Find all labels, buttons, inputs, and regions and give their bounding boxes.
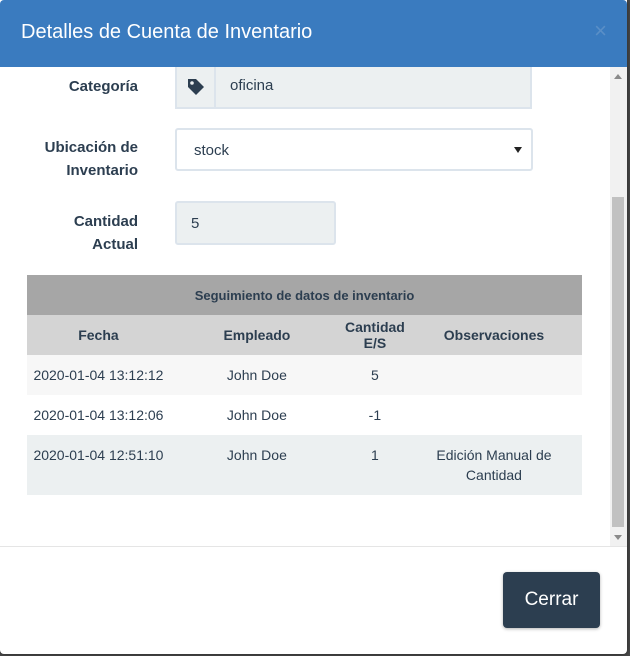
tracking-table: Seguimiento de datos de inventario Fecha… bbox=[27, 275, 582, 495]
caret-down-icon bbox=[514, 147, 522, 153]
location-label-line2: Inventario bbox=[66, 162, 138, 179]
observation-line1: Edición Manual de bbox=[436, 447, 552, 463]
modal-footer: Cerrar bbox=[0, 547, 627, 654]
quantity-label: Cantidad Actual bbox=[0, 210, 138, 256]
scrollbar[interactable] bbox=[610, 67, 627, 546]
tracking-grid: Fecha Empleado Cantidad E/S Observacione… bbox=[27, 315, 582, 495]
quantity-label-line1: Cantidad bbox=[73, 213, 138, 230]
category-label: Categoría bbox=[68, 78, 138, 95]
location-label: Ubicación de Inventario bbox=[0, 136, 138, 182]
close-button[interactable]: Cerrar bbox=[503, 572, 600, 628]
cell-qty: 5 bbox=[343, 355, 406, 395]
table-row: 2020-01-04 13:12:12 John Doe 5 bbox=[27, 355, 582, 395]
cell-employee: John Doe bbox=[169, 435, 344, 495]
scroll-down-icon[interactable] bbox=[614, 535, 622, 540]
modal-header: Detalles de Cuenta de Inventario × bbox=[0, 0, 627, 67]
close-icon[interactable]: × bbox=[594, 18, 607, 44]
modal-body[interactable]: Categoría oficina Ubicación de Inventari… bbox=[0, 67, 627, 547]
cell-employee: John Doe bbox=[169, 395, 344, 435]
tag-icon bbox=[175, 67, 216, 109]
column-header-employee: Empleado bbox=[169, 315, 344, 355]
scrollbar-thumb[interactable] bbox=[612, 197, 624, 527]
location-select[interactable]: stock bbox=[175, 128, 533, 171]
quantity-field[interactable]: 5 bbox=[175, 201, 336, 245]
column-header-date: Fecha bbox=[27, 315, 170, 355]
table-row: 2020-01-04 13:12:06 John Doe -1 bbox=[27, 395, 582, 435]
cell-employee: John Doe bbox=[169, 355, 344, 395]
cell-qty: 1 bbox=[343, 435, 406, 495]
cell-date: 2020-01-04 12:51:10 bbox=[27, 435, 170, 495]
observation-line2: Cantidad bbox=[465, 467, 522, 483]
inventory-details-modal: Detalles de Cuenta de Inventario × Categ… bbox=[0, 0, 627, 654]
category-input[interactable]: oficina bbox=[214, 67, 532, 109]
location-select-value: stock bbox=[194, 142, 230, 159]
quantity-label-line2: Actual bbox=[92, 236, 138, 253]
location-label-line1: Ubicación de bbox=[44, 139, 138, 156]
scroll-up-icon[interactable] bbox=[614, 74, 622, 79]
column-header-qty: Cantidad E/S bbox=[343, 315, 406, 355]
table-row: 2020-01-04 12:51:10 John Doe 1 Edición M… bbox=[27, 435, 582, 495]
tracking-title: Seguimiento de datos de inventario bbox=[27, 275, 582, 315]
tag-icon-svg bbox=[187, 79, 204, 95]
cell-qty: -1 bbox=[343, 395, 406, 435]
cell-date: 2020-01-04 13:12:12 bbox=[27, 355, 170, 395]
cell-date: 2020-01-04 13:12:06 bbox=[27, 395, 170, 435]
column-header-observations: Observaciones bbox=[405, 315, 582, 355]
cell-observations: Edición Manual de Cantidad bbox=[405, 435, 582, 495]
cell-observations bbox=[405, 355, 582, 395]
cell-observations bbox=[405, 395, 582, 435]
modal-title: Detalles de Cuenta de Inventario bbox=[21, 21, 313, 43]
